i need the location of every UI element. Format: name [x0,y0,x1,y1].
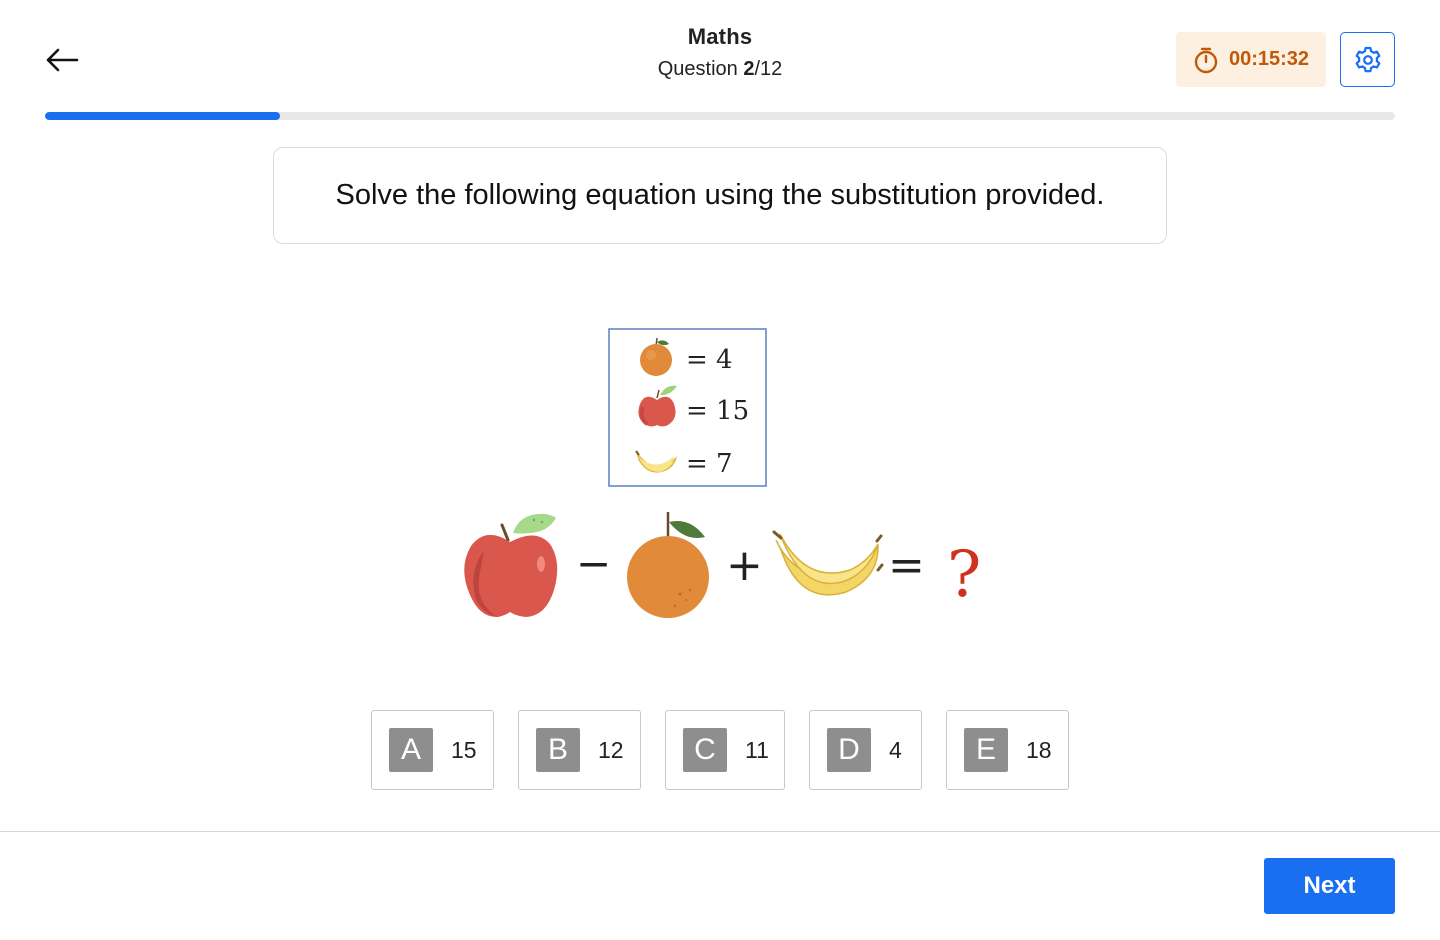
option-letter: C [683,728,727,772]
question-current: 2 [743,58,755,80]
option-a[interactable]: A 15 [371,710,494,790]
orange-icon [627,512,709,618]
plus-sign: + [726,540,763,591]
option-letter: D [827,728,871,772]
stopwatch-icon [1194,47,1218,73]
progress-fill [45,112,280,120]
option-d[interactable]: D 4 [809,710,922,790]
progress-bar [45,112,1395,120]
option-value: 18 [1026,736,1052,763]
question-card: Solve the following equation using the s… [273,147,1167,244]
legend-orange-value: = 4 [686,345,733,375]
option-c[interactable]: C 11 [665,710,785,790]
option-b[interactable]: B 12 [518,710,641,790]
option-value: 4 [889,736,902,763]
footer-divider [0,831,1440,832]
question-text: Solve the following equation using the s… [335,179,1105,211]
option-letter: A [389,728,433,772]
timer: 00:15:32 [1176,32,1326,87]
fruit-equation-image: = 4 = 15 = 7 − + = ? [464,328,981,618]
unknown-mark: ? [947,538,981,612]
minus-sign: − [576,539,611,588]
option-value: 15 [451,736,477,763]
answer-options: A 15 B 12 C 11 D 4 E 18 [0,710,1440,790]
option-letter: B [536,728,580,772]
question-total: /12 [754,58,783,80]
option-value: 11 [745,736,769,763]
legend-apple-value: = 15 [686,396,749,426]
legend-banana-value: = 7 [686,449,733,479]
question-label: Question [657,58,744,80]
option-e[interactable]: E 18 [946,710,1069,790]
equals-sign: = [888,540,925,591]
banana-icon [772,530,884,596]
gear-icon [1355,46,1380,72]
next-button[interactable]: Next [1264,858,1395,914]
option-letter: E [964,728,1008,772]
timer-value: 00:15:32 [1228,48,1310,70]
apple-icon [464,513,558,618]
option-value: 12 [598,736,624,763]
settings-button[interactable] [1340,32,1395,87]
